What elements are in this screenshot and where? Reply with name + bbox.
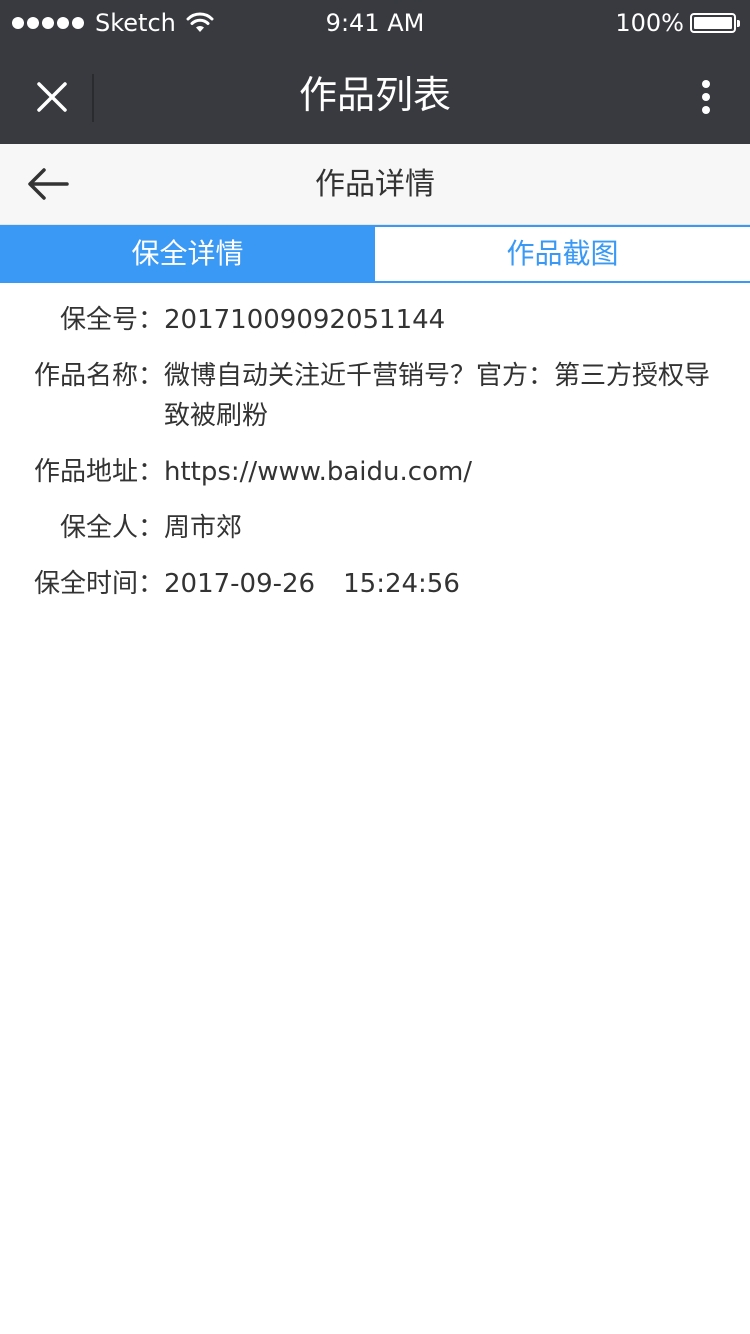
work-url-link[interactable]: https://www.baidu.com/ — [164, 452, 730, 492]
preservation-date: 2017-09-26 — [164, 569, 316, 599]
detail-label: 作品地址： — [33, 457, 164, 487]
detail-row-work-name: 作品名称： 微博自动关注近千营销号？官方：第三方授权导致被刷粉 — [0, 356, 750, 436]
detail-row-preserver: 保全人： 周市郊 — [0, 508, 750, 548]
tab-bar: 保全详情 作品截图 — [0, 225, 750, 283]
status-bar: Sketch 9:41 AM 100% — [0, 0, 750, 46]
detail-list: 保全号： 20171009092051144 作品名称： 微博自动关注近千营销号… — [0, 300, 750, 620]
detail-row-work-url: 作品地址： https://www.baidu.com/ — [0, 452, 750, 492]
detail-row-preservation-no: 保全号： 20171009092051144 — [0, 300, 750, 340]
tab-preservation-details[interactable]: 保全详情 — [0, 227, 375, 281]
battery-icon — [690, 13, 740, 33]
status-right: 100% — [615, 0, 740, 46]
preservation-time: 15:24:56 — [343, 569, 460, 599]
detail-label: 作品名称： — [33, 361, 164, 391]
detail-label: 保全人： — [59, 513, 164, 543]
more-button[interactable] — [682, 73, 730, 121]
page-title: 作品详情 — [315, 167, 435, 202]
detail-value: 微博自动关注近千营销号？官方：第三方授权导致被刷粉 — [164, 361, 711, 431]
tab-work-screenshots[interactable]: 作品截图 — [375, 227, 750, 281]
nav-title: 作品列表 — [298, 73, 451, 117]
detail-value: 2017-09-26 15:24:56 — [164, 564, 730, 604]
screen: Sketch 9:41 AM 100% 作品列表 作品详情 保全详情 作品截图 … — [0, 0, 750, 1334]
detail-label: 保全时间： — [33, 569, 164, 599]
nav-bar: 作品列表 — [0, 46, 750, 144]
detail-value: 20171009092051144 — [164, 305, 446, 335]
battery-percentage: 100% — [615, 9, 684, 37]
sub-header: 作品详情 — [0, 144, 750, 225]
detail-value: 周市郊 — [164, 513, 243, 543]
detail-row-preservation-time: 保全时间： 2017-09-26 15:24:56 — [0, 564, 750, 604]
more-vertical-icon — [702, 80, 710, 114]
detail-label: 保全号： — [59, 305, 164, 335]
